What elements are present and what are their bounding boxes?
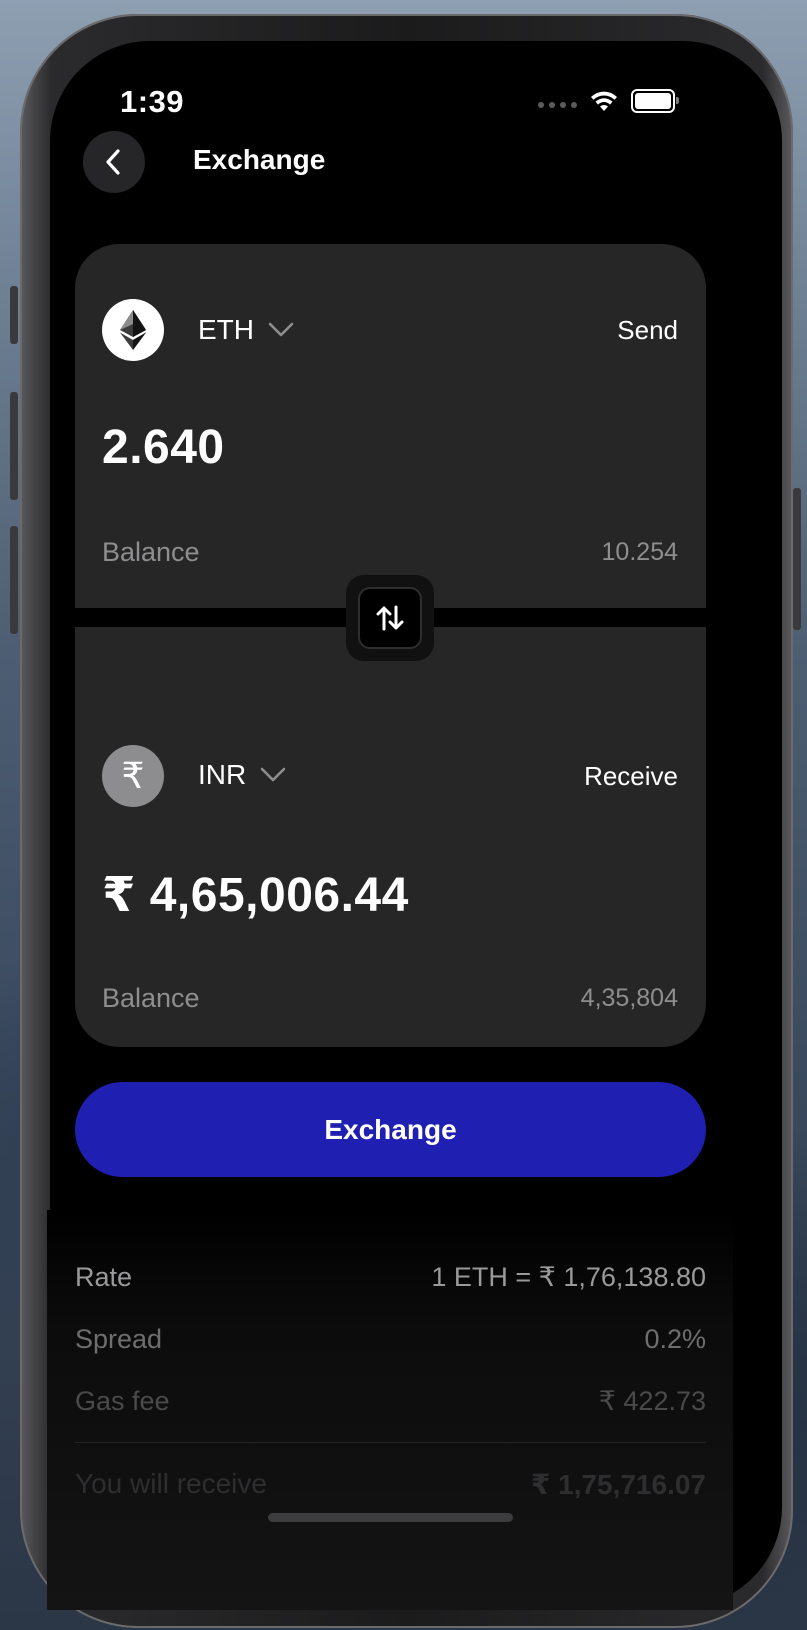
swap-button[interactable] — [358, 587, 422, 649]
receive-currency-select[interactable]: INR — [198, 759, 286, 791]
volume-up-button — [10, 392, 18, 500]
rate-value: 1 ETH = ₹ 1,76,138.80 — [431, 1262, 706, 1292]
send-currency-select[interactable]: ETH — [198, 314, 294, 346]
receive-currency-label: INR — [198, 759, 247, 790]
rate-label: Rate — [75, 1262, 133, 1292]
cellular-signal-icon — [538, 102, 577, 108]
volume-down-button — [10, 526, 18, 634]
receive-total-value: ₹ 1,75,716.07 — [530, 1469, 706, 1500]
chevron-down-icon — [260, 767, 286, 782]
ethereum-icon — [102, 299, 164, 361]
status-time: 1:39 — [120, 84, 185, 119]
status-indicators — [538, 86, 679, 116]
send-balance-label: Balance — [102, 537, 200, 567]
receive-total-row: You will receive ₹ 1,75,716.07 — [75, 1468, 706, 1501]
spread-row: Spread 0.2% — [75, 1324, 706, 1355]
receive-amount: ₹ 4,65,006.44 — [102, 869, 409, 922]
home-indicator[interactable] — [268, 1513, 513, 1522]
send-role-label: Send — [617, 315, 678, 345]
swap-button-container — [346, 575, 434, 661]
send-currency-label: ETH — [198, 314, 254, 345]
chevron-down-icon — [268, 322, 294, 337]
rupee-icon: ₹ — [102, 745, 164, 807]
send-card: ETH Send 2.640 Balance 10.254 — [75, 244, 706, 608]
receive-balance-label: Balance — [102, 983, 200, 1013]
rate-row: Rate 1 ETH = ₹ 1,76,138.80 — [75, 1262, 706, 1293]
back-button[interactable] — [83, 131, 145, 193]
receive-balance-value: 4,35,804 — [580, 984, 678, 1012]
wifi-icon — [591, 91, 617, 111]
page-title: Exchange — [193, 144, 326, 175]
send-balance-value: 10.254 — [601, 538, 678, 566]
divider — [75, 1442, 706, 1443]
receive-total-label: You will receive — [75, 1468, 267, 1499]
spread-label: Spread — [75, 1324, 163, 1354]
battery-icon — [631, 89, 679, 113]
send-amount-input[interactable]: 2.640 — [102, 420, 225, 475]
gas-fee-value: ₹ 422.73 — [598, 1386, 706, 1416]
spread-value: 0.2% — [644, 1324, 706, 1354]
receive-role-label: Receive — [584, 761, 678, 791]
receive-card: ₹ INR Receive ₹ 4,65,006.44 Balance 4,35… — [75, 627, 706, 1047]
gas-fee-label: Gas fee — [75, 1386, 170, 1416]
exchange-button[interactable]: Exchange — [75, 1082, 706, 1177]
swap-vertical-icon — [376, 605, 404, 631]
chevron-left-icon — [106, 149, 120, 175]
gas-fee-row: Gas fee ₹ 422.73 — [75, 1386, 706, 1417]
power-button — [793, 488, 801, 630]
mute-switch — [10, 286, 18, 344]
